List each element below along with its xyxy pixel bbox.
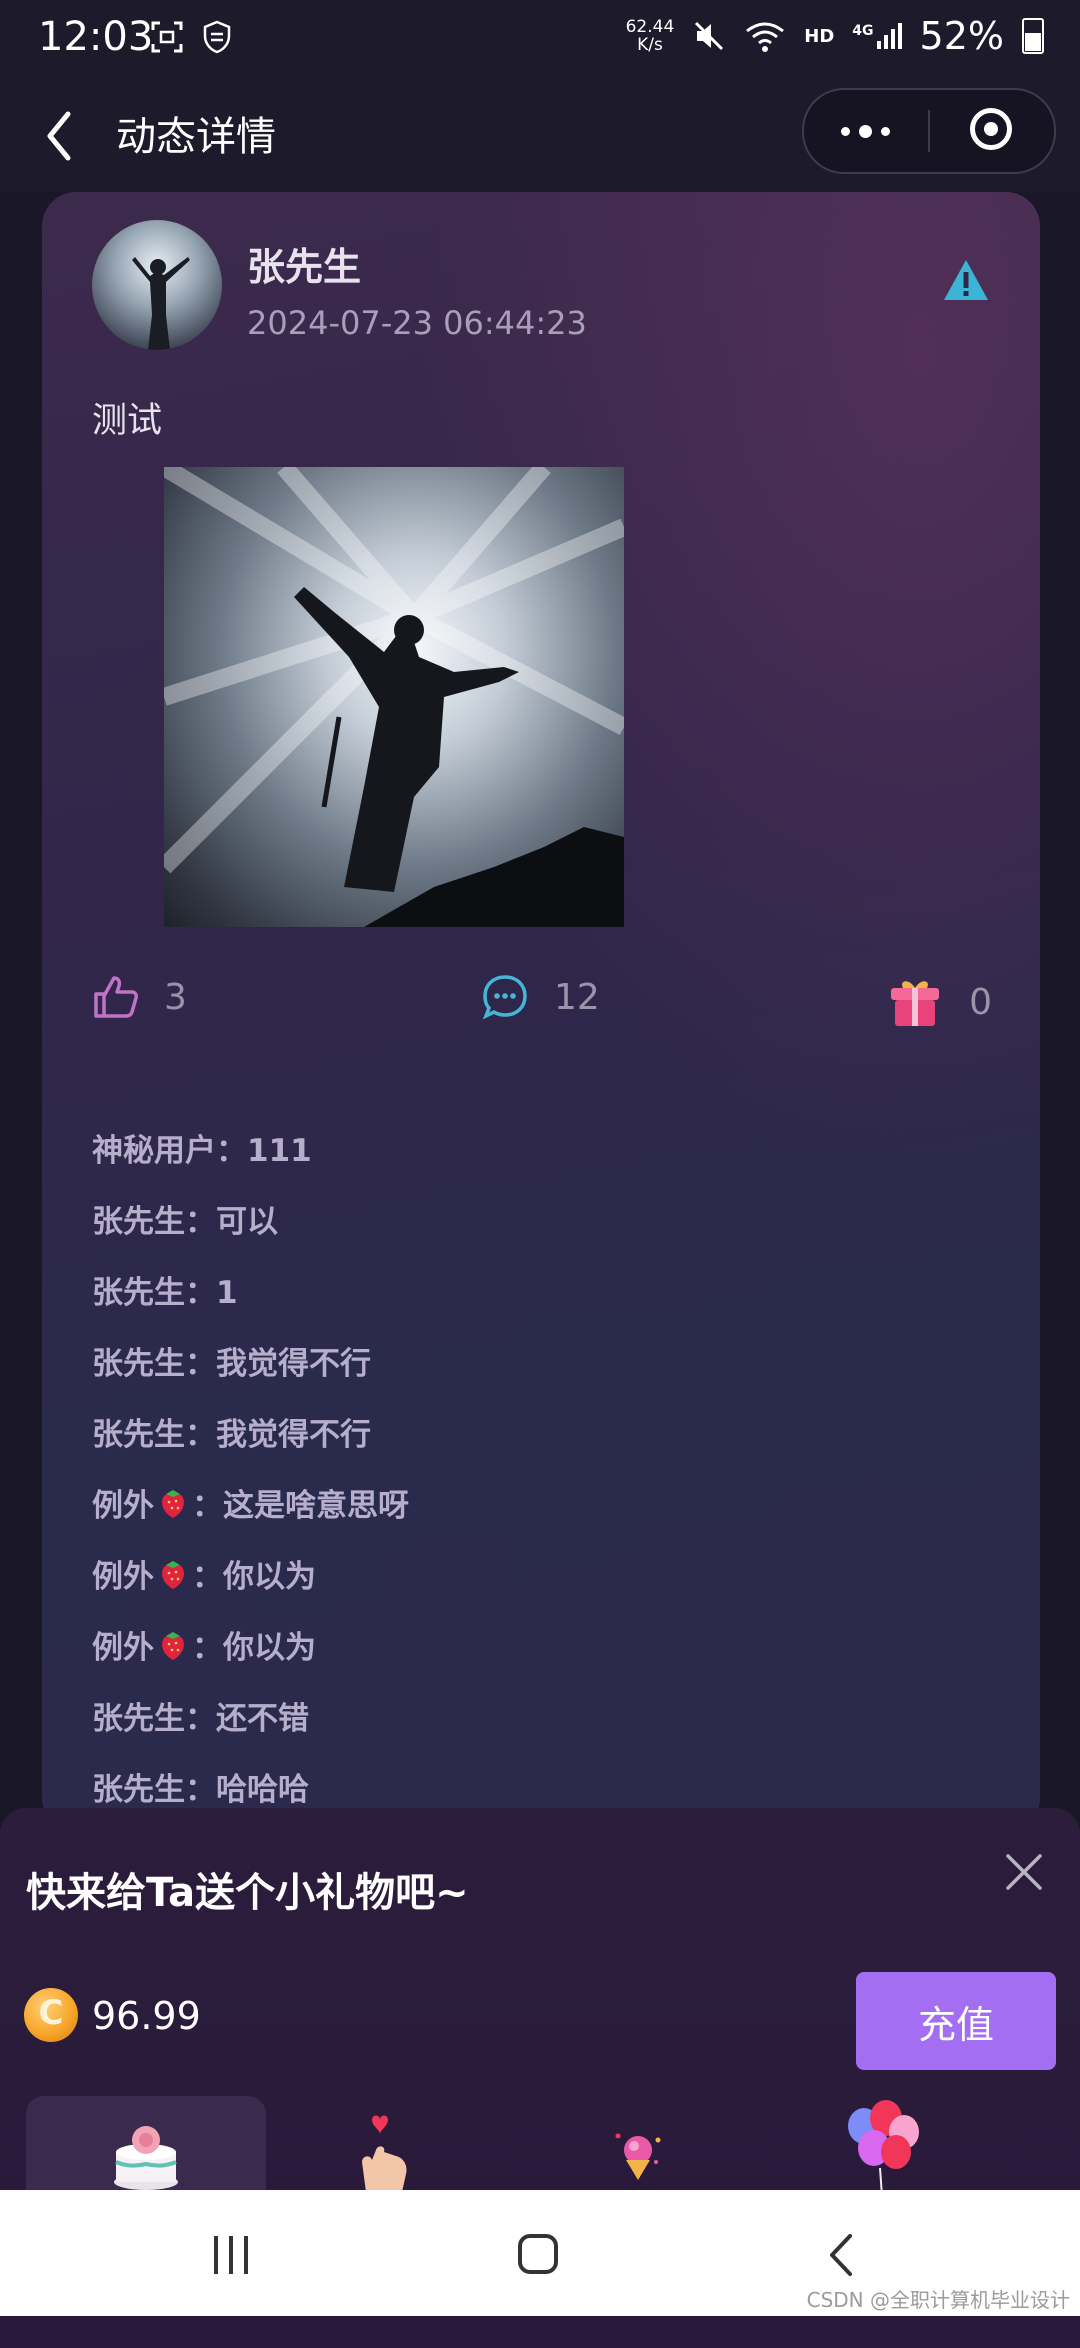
- post-time: 2024-07-23 06:44:23: [247, 304, 587, 342]
- gift-count: 0: [969, 981, 992, 1023]
- comment-text: ：可以: [185, 1204, 278, 1240]
- comment-user: 张先生: [92, 1204, 185, 1240]
- comment-text: ：我觉得不行: [185, 1417, 371, 1453]
- shield-icon: [203, 20, 231, 54]
- comment-user: 神秘用户: [92, 1133, 216, 1169]
- status-bar: 12:03 62.44 K/s HD 4G 52%: [0, 0, 1080, 80]
- comment-count: 12: [554, 976, 600, 1018]
- gift-box-icon: [891, 981, 940, 1026]
- balloons-icon: [848, 2100, 919, 2196]
- hd-indicator: HD: [804, 25, 835, 47]
- comment-user: 张先生: [92, 1275, 185, 1311]
- watermark: CSDN @全职计算机毕业设计: [806, 2288, 1070, 2312]
- recharge-button[interactable]: 充值: [856, 1972, 1056, 2070]
- heart-hand-icon: [362, 2115, 407, 2192]
- coin-icon: [24, 1988, 78, 2042]
- battery-icon: [1022, 18, 1044, 54]
- more-menu-icon[interactable]: [830, 116, 900, 146]
- comment-item[interactable]: 张先生 ：1: [92, 1254, 409, 1325]
- post-image[interactable]: [164, 467, 624, 927]
- comment-item[interactable]: 张先生 ：还不错: [92, 1680, 409, 1751]
- popsicle-icon: [615, 2133, 661, 2180]
- comment-user: 例外: [92, 1559, 154, 1595]
- recent-apps-icon[interactable]: [214, 2236, 248, 2274]
- comment-text: ：哈哈哈: [185, 1772, 309, 1808]
- coin-balance: 96.99: [92, 1994, 201, 2038]
- avatar[interactable]: [92, 220, 222, 350]
- comment-item[interactable]: 张先生 ：我觉得不行: [92, 1396, 409, 1467]
- post-card: 张先生 2024-07-23 06:44:23 测试 3 12 0 神秘用户 ：…: [42, 192, 1040, 1832]
- wifi-icon: [746, 22, 785, 52]
- system-nav-bar: CSDN @全职计算机毕业设计: [0, 2190, 1080, 2316]
- comment-item[interactable]: 例外 ：你以为: [92, 1538, 409, 1609]
- net-speed: 62.44 K/s: [626, 18, 675, 54]
- like-button[interactable]: 3: [92, 974, 187, 1020]
- capsule-divider: [928, 110, 930, 152]
- comment-user: 例外: [92, 1630, 154, 1666]
- strawberry-icon: [162, 1631, 184, 1660]
- report-warning-icon[interactable]: [942, 258, 990, 302]
- miniprogram-capsule: [802, 88, 1056, 174]
- post-text: 测试: [92, 401, 163, 441]
- network-type: 4G: [852, 23, 874, 39]
- status-right-icons: 62.44 K/s HD 4G 52%: [626, 14, 1044, 58]
- mute-icon: [695, 21, 724, 51]
- strawberry-icon: [162, 1489, 184, 1518]
- comment-user: 张先生: [92, 1417, 185, 1453]
- screenshot-icon: [151, 21, 183, 53]
- author-name[interactable]: 张先生: [247, 236, 361, 291]
- gift-button[interactable]: 0: [887, 974, 992, 1030]
- comment-user: 张先生: [92, 1346, 185, 1382]
- comment-user: 张先生: [92, 1772, 185, 1808]
- comment-button[interactable]: 12: [482, 974, 600, 1020]
- comment-item[interactable]: 张先生 ：可以: [92, 1183, 409, 1254]
- comment-item[interactable]: 张先生 ：我觉得不行: [92, 1325, 409, 1396]
- back-arrow-icon[interactable]: [40, 108, 80, 164]
- comment-text: ：这是啥意思呀: [192, 1488, 409, 1524]
- signal-icon: 4G: [852, 23, 902, 49]
- comment-user: 例外: [92, 1488, 154, 1524]
- comment-text: ：111: [216, 1133, 312, 1169]
- comment-text: ：1: [185, 1275, 238, 1311]
- close-miniprogram-icon[interactable]: [970, 108, 1012, 150]
- comment-text: ：还不错: [185, 1701, 309, 1737]
- cake-icon: [114, 2126, 178, 2190]
- system-back-icon[interactable]: [826, 2232, 856, 2278]
- comment-text: ：我觉得不行: [185, 1346, 371, 1382]
- nav-bar: 动态详情: [0, 80, 1080, 192]
- page-title: 动态详情: [116, 114, 276, 160]
- net-speed-unit: K/s: [637, 35, 663, 55]
- comment-text: ：你以为: [192, 1559, 316, 1595]
- battery-percent: 52%: [919, 14, 1004, 58]
- status-left-icons: [150, 20, 232, 54]
- action-row: 3 12 0: [92, 974, 992, 1038]
- comment-item[interactable]: 例外 ：这是啥意思呀: [92, 1467, 409, 1538]
- gift-sheet-title: 快来给Ta送个小礼物吧~: [26, 1870, 469, 1916]
- home-icon[interactable]: [518, 2234, 558, 2274]
- status-time: 12:03: [38, 14, 154, 60]
- like-count: 3: [164, 976, 187, 1018]
- comment-text: ：你以为: [192, 1630, 316, 1666]
- net-speed-value: 62.44: [625, 17, 675, 37]
- comment-user: 张先生: [92, 1701, 185, 1737]
- comment-item[interactable]: 例外 ：你以为: [92, 1609, 409, 1680]
- comment-bubble-icon: [482, 975, 527, 1020]
- comment-item[interactable]: 神秘用户 ：111: [92, 1112, 409, 1183]
- comment-list: 神秘用户 ：111 张先生 ：可以 张先生 ：1 张先生 ：我觉得不行 张先生 ：我觉得不行 例外：…: [92, 1112, 409, 1822]
- strawberry-icon: [162, 1560, 184, 1589]
- close-icon[interactable]: [1004, 1852, 1044, 1892]
- thumbs-up-icon: [94, 976, 138, 1018]
